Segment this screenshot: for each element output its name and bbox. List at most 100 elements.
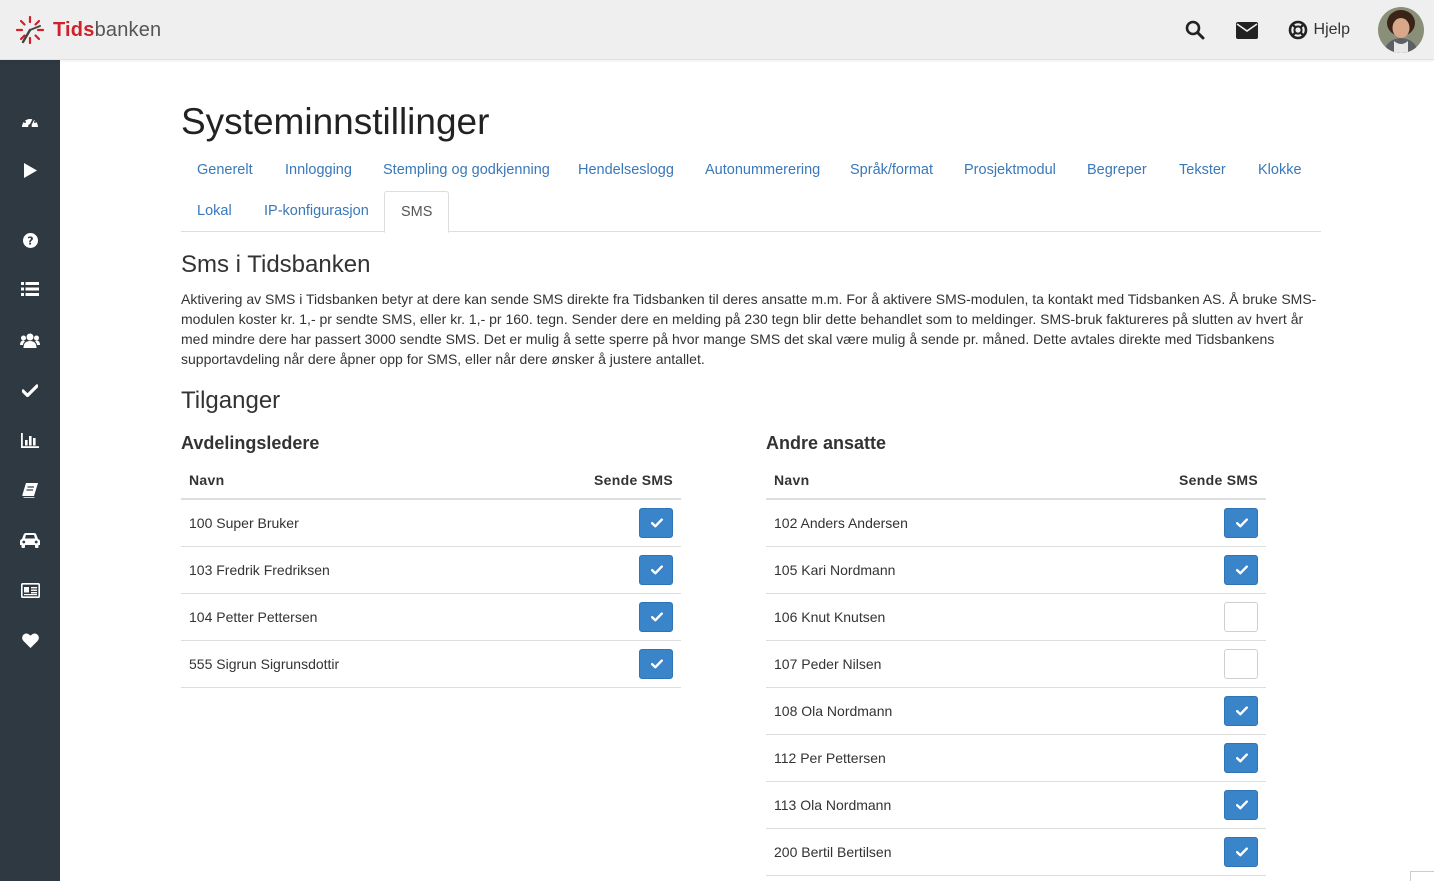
book-icon	[22, 482, 38, 498]
bar-chart-icon	[21, 432, 39, 448]
check-icon	[1236, 846, 1248, 856]
tab-autonummerering[interactable]: Autonummerering	[689, 150, 836, 191]
envelope-icon[interactable]	[1235, 19, 1258, 41]
table-row: 108 Ola Nordmann	[766, 687, 1266, 735]
employee-name: 200 Bertil Bertilsen	[766, 828, 1073, 876]
column-header-name: Navn	[766, 462, 1073, 500]
send-sms-cell	[1072, 781, 1266, 829]
sidebar-item-id-card[interactable]	[0, 570, 60, 610]
send-sms-cell	[499, 640, 681, 688]
employee-name: 112 Per Pettersen	[766, 734, 1073, 782]
send-sms-cell	[1072, 734, 1266, 782]
send-sms-checkbox[interactable]	[1224, 789, 1258, 820]
employee-name: 102 Anders Andersen	[766, 499, 1073, 547]
column-header-name: Navn	[181, 462, 500, 500]
question-circle-icon: ?	[22, 232, 38, 248]
table-row: 113 Ola Nordmann	[766, 781, 1266, 829]
search-icon[interactable]	[1184, 19, 1206, 41]
tab-lokal[interactable]: Lokal	[181, 191, 248, 232]
tab-sms[interactable]: SMS	[384, 191, 450, 233]
send-sms-checkbox[interactable]	[1224, 554, 1258, 585]
brand-logo[interactable]: Tidsbanken	[14, 14, 161, 46]
sidebar-item-list[interactable]	[0, 269, 60, 309]
tab-sprak-format[interactable]: Språk/format	[834, 150, 949, 191]
table-row: 102 Anders Andersen	[766, 499, 1266, 547]
tab-tekster[interactable]: Tekster	[1163, 150, 1242, 191]
table-row: 103 Fredrik Fredriksen	[181, 546, 681, 594]
check-icon	[1236, 518, 1248, 528]
svg-text:?: ?	[27, 234, 33, 247]
logo-icon	[15, 15, 45, 45]
send-sms-checkbox[interactable]	[1224, 742, 1258, 773]
send-sms-cell	[499, 499, 681, 547]
help-label: Hjelp	[1313, 21, 1350, 38]
help-button[interactable]: Hjelp	[1288, 20, 1350, 40]
employee-name: 105 Kari Nordmann	[766, 546, 1073, 594]
heart-icon	[21, 632, 39, 648]
check-icon	[1236, 752, 1248, 762]
employee-name: 113 Ola Nordmann	[766, 781, 1073, 829]
id-card-icon	[20, 582, 40, 598]
sidebar-item-dashboard[interactable]	[0, 101, 60, 141]
send-sms-checkbox[interactable]	[1224, 507, 1258, 538]
table-row: 100 Super Bruker	[181, 499, 681, 547]
sidebar-item-approve[interactable]	[0, 370, 60, 410]
sidebar-item-favorites[interactable]	[0, 620, 60, 660]
send-sms-checkbox[interactable]	[1224, 601, 1258, 632]
table-row: 105 Kari Nordmann	[766, 546, 1266, 594]
check-icon	[1236, 799, 1248, 809]
tab-generelt[interactable]: Generelt	[181, 150, 269, 191]
sidebar-item-users[interactable]	[0, 320, 60, 360]
tab-begreper[interactable]: Begreper	[1071, 150, 1163, 191]
send-sms-checkbox[interactable]	[639, 554, 673, 585]
dashboard-icon	[22, 117, 38, 128]
employee-name: 104 Petter Pettersen	[181, 593, 500, 641]
tab-ip-konfigurasjon[interactable]: IP-konfigurasjon	[248, 191, 385, 232]
check-icon	[1236, 705, 1248, 715]
send-sms-checkbox[interactable]	[1224, 648, 1258, 679]
table-header-row: Navn Sende SMS	[766, 462, 1266, 500]
leaders-title: Avdelingsledere	[181, 433, 320, 453]
sidebar-item-help[interactable]: ?	[0, 220, 60, 260]
sidebar-item-book[interactable]	[0, 470, 60, 510]
sidebar-item-play[interactable]	[0, 150, 60, 190]
check-icon	[651, 658, 663, 668]
sms-section-title: Sms i Tidsbanken	[181, 251, 371, 278]
tab-klokke[interactable]: Klokke	[1242, 150, 1318, 191]
play-icon	[24, 162, 37, 178]
send-sms-checkbox[interactable]	[639, 601, 673, 632]
employee-name: 103 Fredrik Fredriksen	[181, 546, 500, 594]
sms-description: Aktivering av SMS i Tidsbanken betyr at …	[181, 291, 1317, 367]
send-sms-cell	[1072, 640, 1266, 688]
send-sms-cell	[1072, 828, 1266, 876]
others-title: Andre ansatte	[766, 433, 887, 453]
employee-name: 555 Sigrun Sigrunsdottir	[181, 640, 500, 688]
send-sms-checkbox[interactable]	[639, 648, 673, 679]
employee-name: 107 Peder Nilsen	[766, 640, 1073, 688]
send-sms-checkbox[interactable]	[639, 507, 673, 538]
sidebar-item-reports[interactable]	[0, 420, 60, 460]
send-sms-checkbox[interactable]	[1224, 836, 1258, 867]
list-icon	[21, 282, 39, 296]
tab-innlogging[interactable]: Innlogging	[269, 150, 368, 191]
page-title: Systeminnstillinger	[181, 101, 490, 142]
tab-prosjektmodul[interactable]: Prosjektmodul	[948, 150, 1072, 191]
settings-tabs: Generelt Innlogging Stempling og godkjen…	[181, 150, 1321, 233]
column-header-send-sms: Sende SMS	[1072, 462, 1266, 500]
send-sms-cell	[1072, 499, 1266, 547]
send-sms-checkbox[interactable]	[1224, 695, 1258, 726]
send-sms-cell	[499, 593, 681, 641]
send-sms-cell	[1072, 593, 1266, 641]
check-icon	[22, 383, 38, 397]
table-row: 104 Petter Pettersen	[181, 593, 681, 641]
user-avatar[interactable]	[1378, 7, 1424, 53]
car-icon	[20, 532, 40, 548]
sidebar: ?	[0, 60, 60, 881]
sidebar-item-car[interactable]	[0, 520, 60, 560]
table-row: 107 Peder Nilsen	[766, 640, 1266, 688]
check-icon	[651, 611, 663, 621]
table-header-row: Navn Sende SMS	[181, 462, 681, 500]
table-row: 200 Bertil Bertilsen	[766, 828, 1266, 876]
tab-stempling[interactable]: Stempling og godkjenning	[367, 150, 566, 191]
tab-hendelseslogg[interactable]: Hendelseslogg	[562, 150, 690, 191]
